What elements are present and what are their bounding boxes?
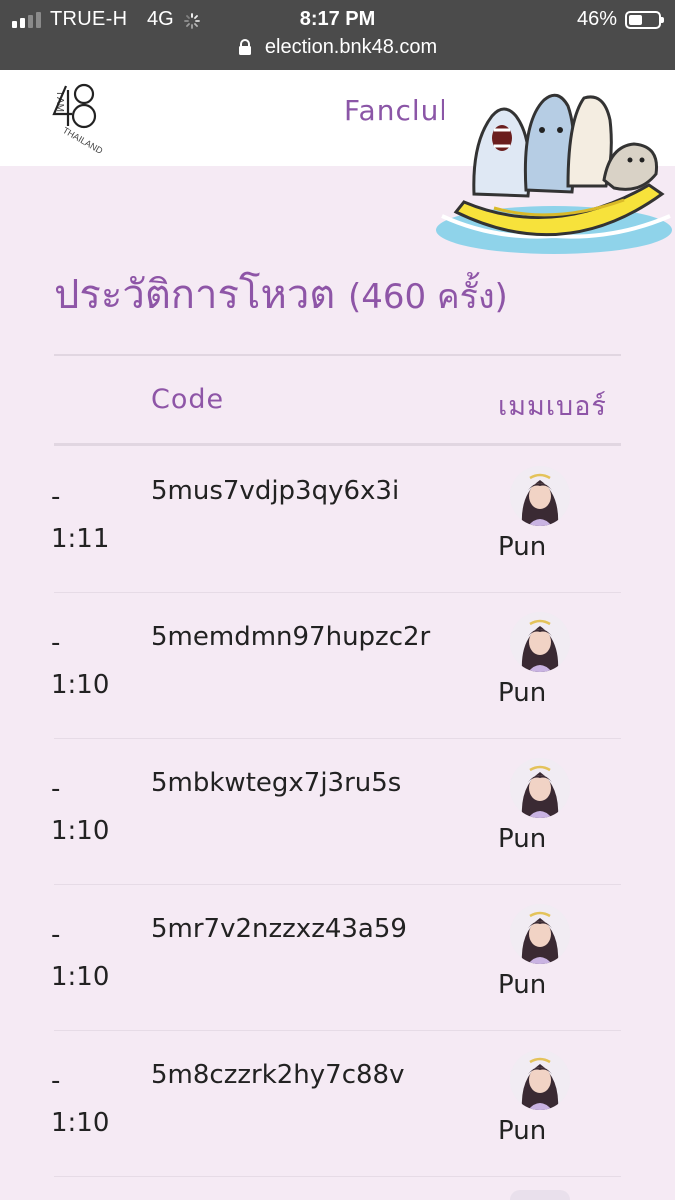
time-value: 1:10 bbox=[51, 670, 110, 700]
member-avatar bbox=[510, 612, 570, 672]
time-dash: - bbox=[51, 774, 61, 804]
vote-time: - 1:10 bbox=[51, 914, 109, 998]
member-avatar bbox=[510, 1050, 570, 1110]
lock-icon bbox=[238, 39, 251, 55]
status-bar: TRUE-H 4G 8:17 PM 46% election.bnk48.com bbox=[0, 0, 675, 70]
table-row: - 1:10 5m8czzrk2hy7c88v Pun bbox=[51, 1030, 621, 1177]
vote-code: 5mbkwtegx7j3ru5s bbox=[151, 768, 402, 798]
member-avatar-image bbox=[510, 612, 570, 672]
time-dash: - bbox=[51, 920, 61, 950]
member-name: Pun bbox=[498, 532, 547, 562]
time-value: 1:10 bbox=[51, 816, 110, 846]
time-value: 1:11 bbox=[51, 524, 110, 554]
member-name: Pun bbox=[498, 970, 547, 1000]
vote-code: 5m8czzrk2hy7c88v bbox=[151, 1060, 405, 1090]
member-avatar-image bbox=[510, 466, 570, 526]
svg-text:THAILAND: THAILAND bbox=[61, 125, 105, 156]
battery-icon bbox=[625, 11, 664, 29]
time-value: 1:10 bbox=[51, 962, 110, 992]
member-avatar bbox=[510, 466, 570, 526]
page-title: ประวัติการโหวต (460 ครั้ง) bbox=[54, 262, 508, 326]
column-header-member: เมมเบอร์ bbox=[498, 391, 607, 422]
member-name: Pun bbox=[498, 824, 547, 854]
table-top-divider bbox=[54, 354, 621, 356]
vote-count: (460 ครั้ง) bbox=[347, 277, 508, 317]
time-dash: - bbox=[51, 628, 61, 658]
time-dash: - bbox=[51, 1066, 61, 1096]
member-avatar bbox=[510, 758, 570, 818]
url-text: election.bnk48.com bbox=[264, 36, 438, 58]
column-header-code: Code bbox=[151, 384, 225, 415]
member-name: Pun bbox=[498, 1116, 547, 1146]
address-bar[interactable]: election.bnk48.com bbox=[0, 36, 675, 64]
member-avatar-partial bbox=[510, 1190, 570, 1200]
vote-code: 5memdmn97hupzc2r bbox=[151, 622, 431, 652]
member-avatar-image bbox=[510, 904, 570, 964]
member-avatar bbox=[510, 904, 570, 964]
site-header: I AM THAILAND Fanclub bbox=[0, 70, 675, 254]
vote-time: - 1:10 bbox=[51, 768, 109, 852]
clock: 8:17 PM bbox=[299, 8, 376, 30]
member-name: Pun bbox=[498, 678, 547, 708]
member-avatar-image bbox=[510, 1050, 570, 1110]
vote-code: 5mr7v2nzzxz43a59 bbox=[151, 914, 407, 944]
time-value: 1:10 bbox=[51, 1108, 110, 1138]
vote-time: - 1:11 bbox=[51, 476, 109, 560]
member-avatar-image bbox=[510, 758, 570, 818]
vote-time: - 1:10 bbox=[51, 622, 109, 706]
iam48-logo[interactable]: I AM THAILAND bbox=[48, 80, 110, 156]
time-dash: - bbox=[51, 482, 61, 512]
table-row: - 1:10 5mbkwtegx7j3ru5s Pun bbox=[51, 738, 621, 885]
page-title-text: ประวัติการโหวต bbox=[54, 272, 336, 318]
battery-percentage: 46% bbox=[576, 8, 617, 30]
table-row: - 1:11 5mus7vdjp3qy6x3i Pun bbox=[51, 446, 621, 593]
nav-fanclub-link[interactable]: Fanclub bbox=[344, 94, 444, 127]
table-row: - 1:10 5mr7v2nzzxz43a59 Pun bbox=[51, 884, 621, 1031]
table-row: - 1:10 5memdmn97hupzc2r Pun bbox=[51, 592, 621, 739]
shark-banana-boat-sticker bbox=[436, 93, 672, 254]
vote-time: - 1:10 bbox=[51, 1060, 109, 1144]
vote-code: 5mus7vdjp3qy6x3i bbox=[151, 476, 400, 506]
